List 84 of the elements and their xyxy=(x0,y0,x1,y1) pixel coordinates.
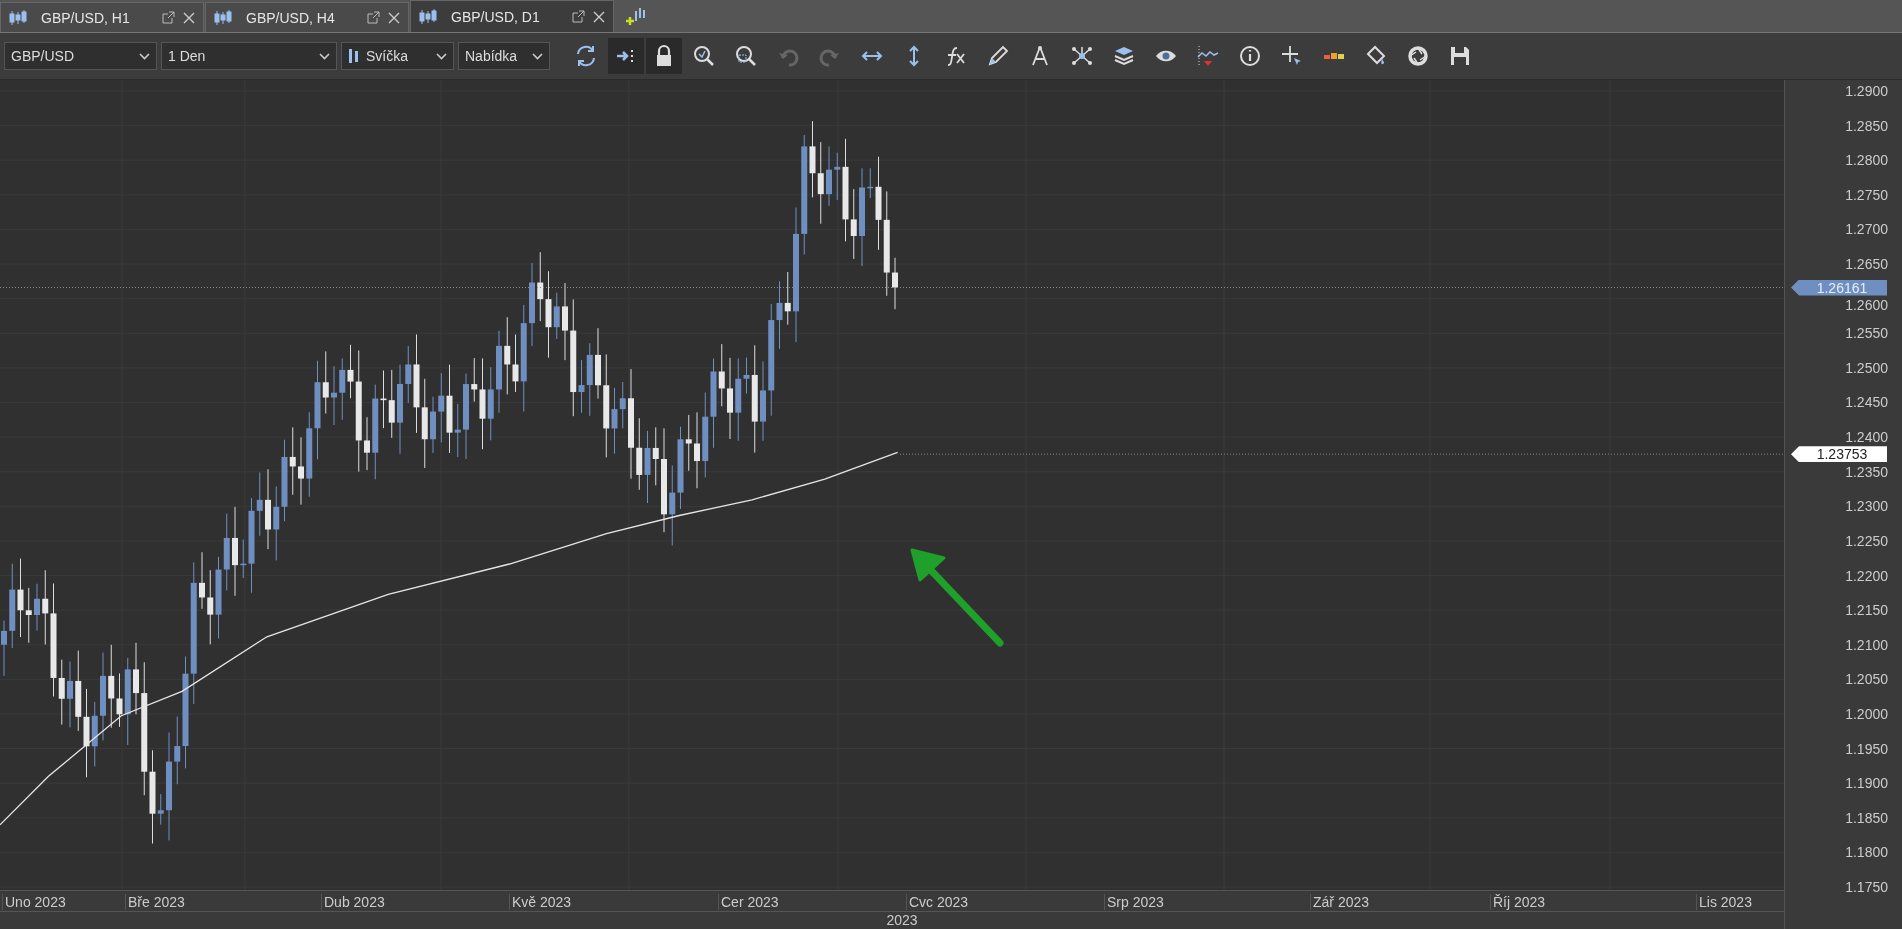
period-dropdown[interactable]: 1 Den xyxy=(161,42,337,70)
price-axis-label: 1.1900 xyxy=(1845,775,1888,792)
price-axis-label: 1.2050 xyxy=(1845,671,1888,688)
close-icon[interactable] xyxy=(593,10,605,23)
candles-icon xyxy=(9,9,27,26)
candles-icon xyxy=(348,47,360,65)
tab-label: GBP/USD, H1 xyxy=(40,9,131,26)
price-axis-label: 1.2650 xyxy=(1845,256,1888,273)
date-axis-label: Bře 2023 xyxy=(125,894,185,910)
price-axis-label: 1.2250 xyxy=(1845,532,1888,549)
price-axis-label: 1.2150 xyxy=(1845,602,1888,619)
candlestick xyxy=(34,583,40,632)
detach-icon[interactable] xyxy=(162,11,175,24)
chevron-icon xyxy=(436,52,447,60)
date-axis-label: Dub 2023 xyxy=(321,894,385,910)
price-axis-label: 1.1950 xyxy=(1845,740,1888,757)
add-chart-icon[interactable] xyxy=(625,7,645,27)
candlestick xyxy=(892,257,898,310)
price-axis-label: 1.2100 xyxy=(1845,636,1888,653)
price-axis-label: 1.2750 xyxy=(1845,186,1888,203)
price-axis-label: 1.2800 xyxy=(1845,152,1888,169)
price-axis-label: 1.2200 xyxy=(1845,567,1888,584)
chevron-icon xyxy=(319,52,330,60)
aperture-icon[interactable] xyxy=(1406,44,1430,68)
save-icon[interactable] xyxy=(1448,44,1472,68)
candlestick xyxy=(1,620,7,677)
price-axis-label: 1.2400 xyxy=(1845,429,1888,446)
lock-button[interactable] xyxy=(646,38,682,74)
price-axis-label: 1.2450 xyxy=(1845,394,1888,411)
date-axis-label: Uno 2023 xyxy=(2,894,66,910)
chart-type-dropdown[interactable]: Svíčka xyxy=(341,42,454,70)
date-axis-label: Lis 2023 xyxy=(1696,894,1752,910)
chart-tab[interactable]: GBP/USD, H1 xyxy=(0,2,204,32)
detach-icon[interactable] xyxy=(572,10,585,23)
tab-label: GBP/USD, H4 xyxy=(245,9,336,26)
scroll-to-end-button[interactable] xyxy=(608,38,644,74)
detach-icon[interactable] xyxy=(367,11,380,24)
price-axis-label: 1.2600 xyxy=(1845,296,1888,313)
chart-tab[interactable]: GBP/USD, H4 xyxy=(205,2,409,32)
price-axis-label: 1.1750 xyxy=(1845,879,1888,895)
refresh-icon[interactable] xyxy=(574,44,598,68)
candlestick xyxy=(430,396,436,454)
candles-icon xyxy=(419,8,437,25)
date-axis-label: Zář 2023 xyxy=(1310,894,1370,910)
price-axis-label: 1.1850 xyxy=(1845,809,1888,826)
candlestick xyxy=(199,551,205,610)
date-axis-label: Říj 2023 xyxy=(1490,894,1546,910)
zoom-in-icon[interactable] xyxy=(692,44,716,68)
price-axis-label: 1.2000 xyxy=(1845,705,1888,722)
candlestick xyxy=(67,661,73,728)
date-axis-label: Cer 2023 xyxy=(718,894,779,910)
zoom-out-icon[interactable] xyxy=(734,44,758,68)
tab-label: GBP/USD, D1 xyxy=(450,8,541,25)
date-axis-label: Kvě 2023 xyxy=(509,894,572,910)
date-axis-label: Srp 2023 xyxy=(1104,894,1164,910)
price-tag: 1.23753 xyxy=(1791,446,1887,463)
price-axis-label: 1.2550 xyxy=(1845,325,1888,342)
symbol-dropdown[interactable]: GBP/USD xyxy=(4,42,157,70)
date-axis-label: Cvc 2023 xyxy=(906,894,969,910)
price-axis-label: 1.2300 xyxy=(1845,498,1888,515)
candlestick xyxy=(826,146,832,207)
close-icon[interactable] xyxy=(183,11,195,24)
candles-icon xyxy=(214,9,232,26)
layers-icon[interactable] xyxy=(1112,44,1136,68)
price-tag: 1.26161 xyxy=(1791,279,1887,296)
candlestick xyxy=(298,436,304,506)
close-icon[interactable] xyxy=(388,11,400,24)
chevron-icon xyxy=(139,52,150,60)
price-axis-label: 1.2850 xyxy=(1845,117,1888,134)
price-type-dropdown[interactable]: Nabídka xyxy=(458,42,550,70)
price-axis-label: 1.2500 xyxy=(1845,359,1888,376)
price-axis-label: 1.2700 xyxy=(1845,221,1888,238)
info-icon[interactable] xyxy=(1238,44,1262,68)
network-icon[interactable] xyxy=(1070,44,1094,68)
pencil-icon[interactable] xyxy=(986,44,1010,68)
price-axis-label: 1.1800 xyxy=(1845,844,1888,861)
price-axis-label: 1.2900 xyxy=(1845,83,1888,99)
wave-indicator-icon[interactable] xyxy=(1196,44,1220,68)
price-axis-label: 1.2350 xyxy=(1845,463,1888,480)
year-label: 2023 xyxy=(886,912,918,929)
chart-tab[interactable]: GBP/USD, D1 xyxy=(410,0,614,32)
chevron-icon xyxy=(532,52,543,60)
candlestick xyxy=(331,365,337,426)
candlestick xyxy=(364,416,370,471)
